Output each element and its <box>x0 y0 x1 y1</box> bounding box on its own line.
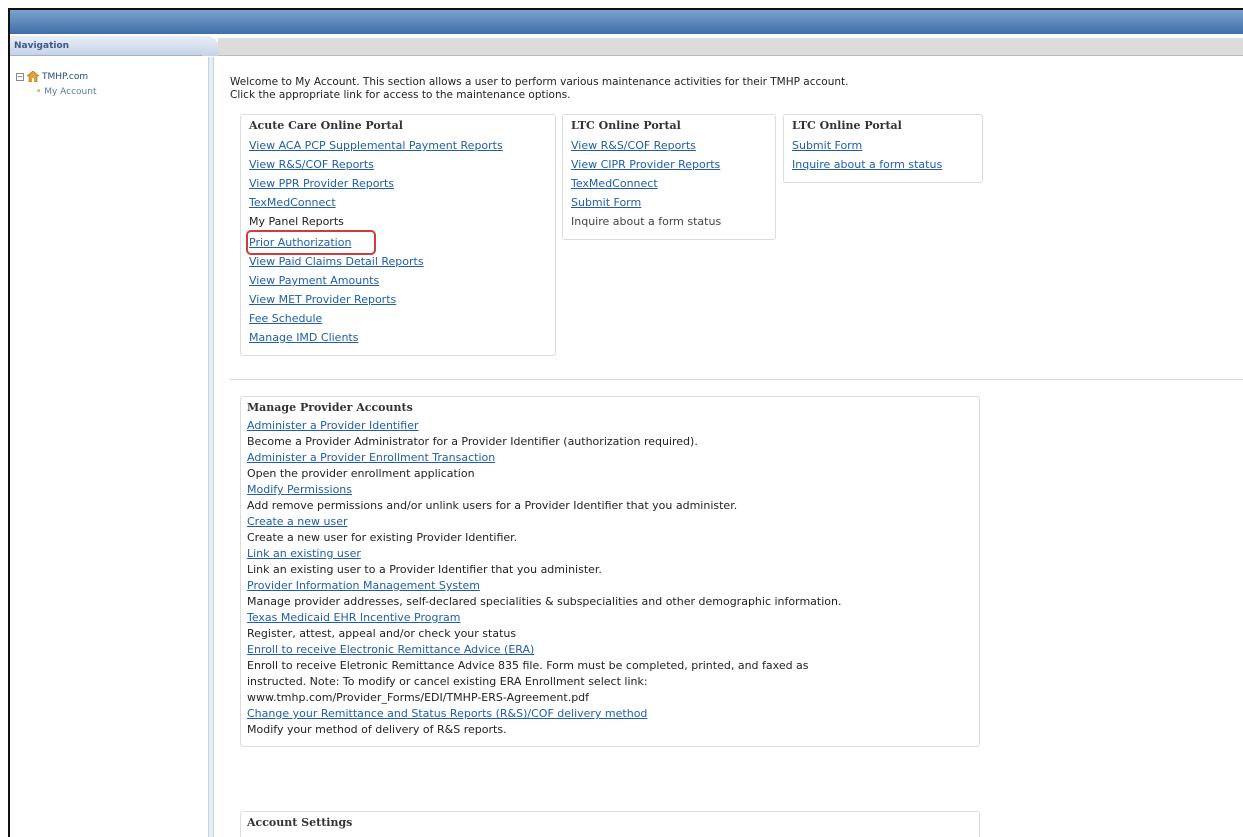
account-settings: Account Settings <box>240 811 980 837</box>
panel-splitter[interactable] <box>208 57 214 837</box>
navigation-header: Navigation <box>10 36 210 56</box>
text-inquire-form-status: Inquire about a form status <box>571 215 722 228</box>
portal-title: Acute Care Online Portal <box>249 119 403 132</box>
link-cipr-provider-reports[interactable]: View CIPR Provider Reports <box>571 155 767 174</box>
browser-frame: Navigation − TMHP.com • My Account Welco… <box>8 8 1243 837</box>
link-texas-medicaid-ehr[interactable]: Texas Medicaid EHR Incentive Program <box>247 610 973 626</box>
link-modify-permissions[interactable]: Modify Permissions <box>247 482 973 498</box>
tree-item-label[interactable]: My Account <box>44 87 96 97</box>
desc-administer-enrollment-transaction: Open the provider enrollment application <box>247 467 475 480</box>
desc-change-remittance-delivery: Modify your method of delivery of R&S re… <box>247 723 507 736</box>
portal-ltc-2: LTC Online Portal Submit Form Inquire ab… <box>783 114 983 183</box>
link-create-new-user[interactable]: Create a new user <box>247 514 973 530</box>
bullet-icon: • <box>36 87 42 97</box>
top-banner <box>10 10 1243 34</box>
portal-ltc-1: LTC Online Portal View R&S/COF Reports V… <box>562 114 776 240</box>
desc-provider-info-management: Manage provider addresses, self-declared… <box>247 595 842 608</box>
collapse-toggle-icon[interactable]: − <box>16 72 24 81</box>
link-prior-authorization[interactable]: Prior Authorization <box>245 230 377 255</box>
desc-modify-permissions: Add remove permissions and/or unlink use… <box>247 499 738 512</box>
desc-create-new-user: Create a new user for existing Provider … <box>247 531 518 544</box>
desc-link-existing-user: Link an existing user to a Provider Iden… <box>247 563 602 576</box>
link-payment-amounts[interactable]: View Payment Amounts <box>249 271 547 290</box>
link-administer-provider-identifier[interactable]: Administer a Provider Identifier <box>247 418 973 434</box>
link-met-provider-reports[interactable]: View MET Provider Reports <box>249 290 547 309</box>
desc-administer-provider-identifier: Become a Provider Administrator for a Pr… <box>247 435 698 448</box>
link-paid-claims-detail[interactable]: View Paid Claims Detail Reports <box>249 252 547 271</box>
main-content: Welcome to My Account. This section allo… <box>230 76 1243 837</box>
link-rs-cof-reports[interactable]: View R&S/COF Reports <box>249 155 547 174</box>
link-enroll-era[interactable]: Enroll to receive Electronic Remittance … <box>247 642 973 658</box>
section-title: Account Settings <box>247 816 353 829</box>
tree-item-my-account[interactable]: • My Account <box>36 87 96 97</box>
link-ltc-texmedconnect[interactable]: TexMedConnect <box>571 174 767 193</box>
section-title: Manage Provider Accounts <box>247 401 413 414</box>
home-icon <box>26 70 40 83</box>
link-provider-info-management[interactable]: Provider Information Management System <box>247 578 973 594</box>
intro-text: Welcome to My Account. This section allo… <box>230 76 1243 102</box>
link-aca-pcp-reports[interactable]: View ACA PCP Supplemental Payment Report… <box>249 136 547 155</box>
link-administer-enrollment-transaction[interactable]: Administer a Provider Enrollment Transac… <box>247 450 973 466</box>
link-manage-imd-clients[interactable]: Manage IMD Clients <box>249 328 547 347</box>
link-texmedconnect[interactable]: TexMedConnect <box>249 193 547 212</box>
link-ltc-submit-form[interactable]: Submit Form <box>571 193 767 212</box>
manage-provider-accounts: Manage Provider Accounts Administer a Pr… <box>240 396 980 747</box>
content-header-bar <box>218 38 1243 56</box>
section-divider <box>230 379 1243 380</box>
navigation-panel: − TMHP.com • My Account <box>10 57 210 837</box>
tree-root-label[interactable]: TMHP.com <box>42 72 88 82</box>
link-ltc2-submit-form[interactable]: Submit Form <box>792 136 974 155</box>
tree-root[interactable]: − TMHP.com <box>16 70 88 83</box>
desc-enroll-era: Enroll to receive Eletronic Remittance A… <box>247 659 809 704</box>
portal-acute-care: Acute Care Online Portal View ACA PCP Su… <box>240 114 556 356</box>
link-ltc2-inquire-form-status[interactable]: Inquire about a form status <box>792 155 974 174</box>
link-fee-schedule[interactable]: Fee Schedule <box>249 309 547 328</box>
desc-texas-medicaid-ehr: Register, attest, appeal and/or check yo… <box>247 627 517 640</box>
intro-line-1: Welcome to My Account. This section allo… <box>230 76 849 88</box>
link-link-existing-user[interactable]: Link an existing user <box>247 546 973 562</box>
intro-line-2: Click the appropriate link for access to… <box>230 89 571 101</box>
portal-title: LTC Online Portal <box>571 119 681 132</box>
link-change-remittance-delivery[interactable]: Change your Remittance and Status Report… <box>247 706 973 722</box>
link-ltc-rs-cof-reports[interactable]: View R&S/COF Reports <box>571 136 767 155</box>
navigation-header-label: Navigation <box>14 41 70 51</box>
text-my-panel-reports: My Panel Reports <box>249 215 344 228</box>
portal-title: LTC Online Portal <box>792 119 902 132</box>
link-ppr-provider-reports[interactable]: View PPR Provider Reports <box>249 174 547 193</box>
